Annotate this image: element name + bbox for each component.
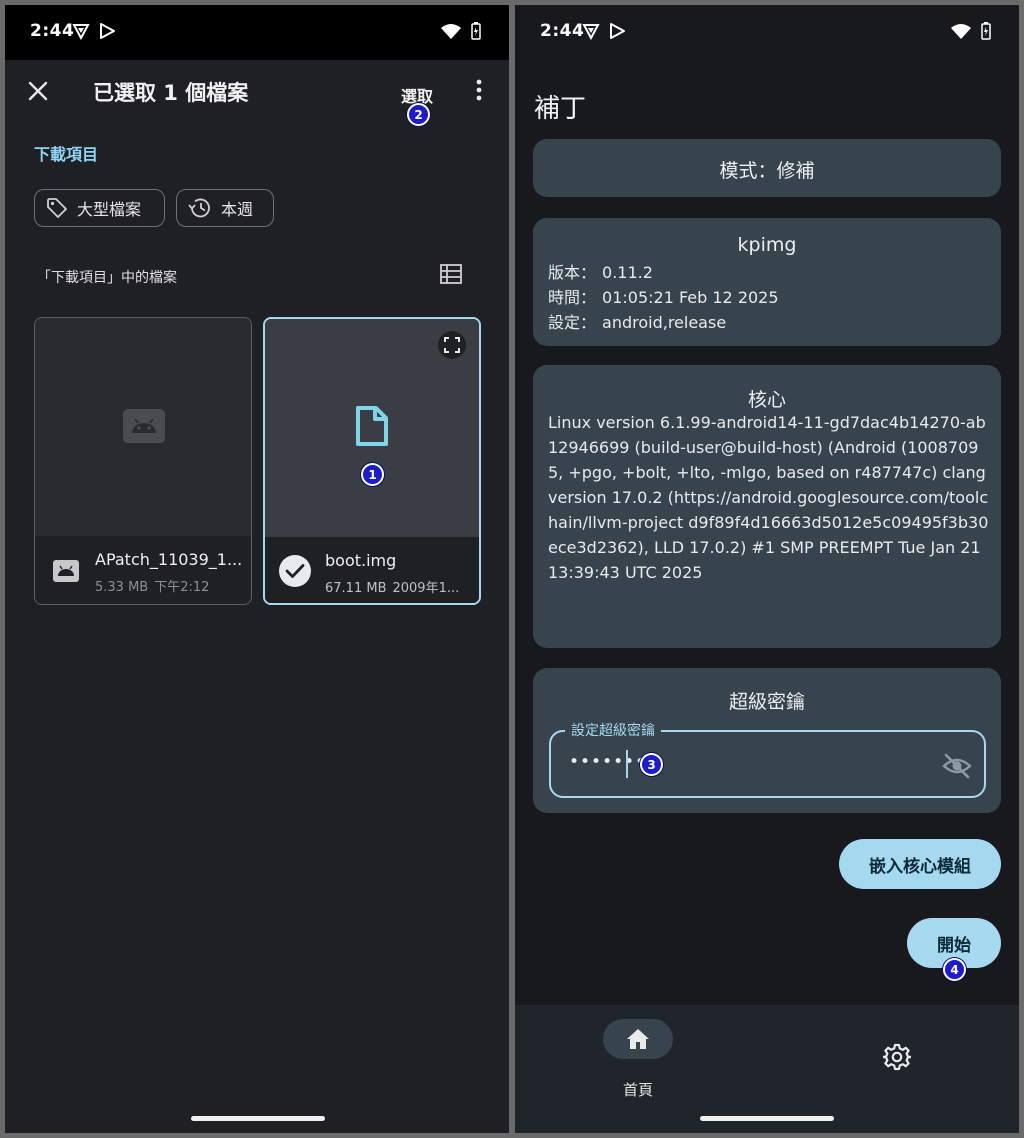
vpn-shield-icon xyxy=(72,24,90,40)
superkey-card: 超級密鑰 設定超級密鑰 •••••••• 3 xyxy=(533,668,1001,813)
play-store-icon xyxy=(100,23,115,39)
fullscreen-icon xyxy=(444,337,460,353)
nav-home-indicator xyxy=(603,1019,673,1059)
status-bar: 2:44 xyxy=(515,5,1019,60)
file-picker-screen: 2:44 已選取 1 個檔案 選取 2 下載項目 大型檔案 本週 「下載項目」中… xyxy=(5,5,509,1133)
kpimg-title: kpimg xyxy=(737,234,797,256)
downloads-breadcrumb[interactable]: 下載項目 xyxy=(34,141,98,165)
file-meta: boot.img 67.11 MB 2009年1... xyxy=(265,537,479,603)
battery-icon xyxy=(981,22,991,40)
kernel-title: 核心 xyxy=(747,389,786,411)
selection-title: 已選取 1 個檔案 xyxy=(93,81,249,105)
mode-card: 模式：修補 xyxy=(533,139,1001,197)
chip-this-week[interactable]: 本週 xyxy=(176,189,274,227)
android-icon xyxy=(123,409,165,443)
file-meta: APatch_11039_1... 5.33 MB 下午2:12 xyxy=(35,536,251,604)
status-time: 2:44 xyxy=(30,21,75,41)
apk-android-icon xyxy=(53,560,79,582)
step-badge-1: 1 xyxy=(361,463,384,486)
home-icon xyxy=(627,1029,649,1049)
text-cursor xyxy=(626,750,628,778)
superkey-title: 超級密鑰 xyxy=(728,691,805,713)
settings-gear-icon[interactable] xyxy=(883,1043,911,1071)
tag-icon xyxy=(47,198,67,218)
file-date: 2009年1... xyxy=(392,581,460,596)
vpn-shield-icon xyxy=(582,24,600,40)
status-time: 2:44 xyxy=(540,21,585,41)
chip-label: 本週 xyxy=(221,200,254,219)
kernel-card: 核心 Linux version 6.1.99-android14-11-gd7… xyxy=(533,365,1001,648)
document-icon xyxy=(356,406,388,446)
close-icon[interactable] xyxy=(25,78,51,104)
embed-kernel-module-button[interactable]: 嵌入核心模組 xyxy=(839,839,1001,889)
patch-screen: 2:44 補丁 模式：修補 kpimg 版本： 0.11.2 時間： 01:05:2… xyxy=(515,5,1019,1133)
more-options-icon[interactable] xyxy=(467,77,491,103)
file-card-boot[interactable]: 1 boot.img 67.11 MB 2009年1... xyxy=(263,317,481,605)
kernel-version-text: Linux version 6.1.99-android14-11-gd7dac… xyxy=(548,413,989,582)
page-title: 補丁 xyxy=(534,94,587,124)
kpimg-version-row: 版本： 0.11.2 xyxy=(548,263,653,282)
mode-text: 模式：修補 xyxy=(719,160,815,182)
kpimg-config-row: 設定： android,release xyxy=(548,313,727,332)
file-details: 5.33 MB 下午2:12 xyxy=(95,576,209,595)
chip-large-files[interactable]: 大型檔案 xyxy=(34,189,165,227)
wifi-icon xyxy=(441,24,461,39)
play-store-icon xyxy=(610,23,625,39)
superkey-input-label: 設定超級密鑰 xyxy=(565,720,661,740)
home-indicator[interactable] xyxy=(700,1116,834,1121)
file-thumbnail: 1 xyxy=(265,319,479,537)
history-icon xyxy=(188,198,210,218)
nav-item-home[interactable]: 首頁 xyxy=(603,1019,673,1099)
chip-label: 大型檔案 xyxy=(77,200,142,219)
step-badge-4: 4 xyxy=(943,958,966,981)
status-bar: 2:44 xyxy=(5,5,509,60)
kpimg-info: 版本： 0.11.2 時間： 01:05:21 Feb 12 2025 設定： and… xyxy=(548,260,779,335)
file-size: 5.33 MB xyxy=(95,580,149,595)
bottom-navigation: 首頁 xyxy=(515,1005,1019,1133)
file-date: 下午2:12 xyxy=(154,580,210,595)
preview-expand-button[interactable] xyxy=(438,331,466,359)
file-thumbnail xyxy=(35,318,251,536)
visibility-off-icon[interactable] xyxy=(942,751,972,781)
step-badge-3: 3 xyxy=(640,753,663,776)
file-name: boot.img xyxy=(325,551,397,570)
superkey-input[interactable]: 設定超級密鑰 •••••••• 3 xyxy=(549,720,986,798)
kpimg-card: kpimg 版本： 0.11.2 時間： 01:05:21 Feb 12 2025 … xyxy=(533,218,1001,346)
nav-home-label: 首頁 xyxy=(622,1081,653,1099)
files-section-heading: 「下載項目」中的檔案 xyxy=(37,270,177,286)
file-card-apatch[interactable]: APatch_11039_1... 5.33 MB 下午2:12 xyxy=(34,317,252,605)
selected-check-icon xyxy=(279,555,311,587)
kpimg-time-row: 時間： 01:05:21 Feb 12 2025 xyxy=(548,288,779,307)
file-name: APatch_11039_1... xyxy=(95,550,243,569)
battery-icon xyxy=(471,22,481,40)
step-badge-2: 2 xyxy=(407,103,430,126)
file-size: 67.11 MB xyxy=(325,581,387,596)
list-view-icon[interactable] xyxy=(440,264,462,284)
file-details: 67.11 MB 2009年1... xyxy=(325,577,459,596)
wifi-icon xyxy=(951,24,971,39)
home-indicator[interactable] xyxy=(191,1116,325,1121)
